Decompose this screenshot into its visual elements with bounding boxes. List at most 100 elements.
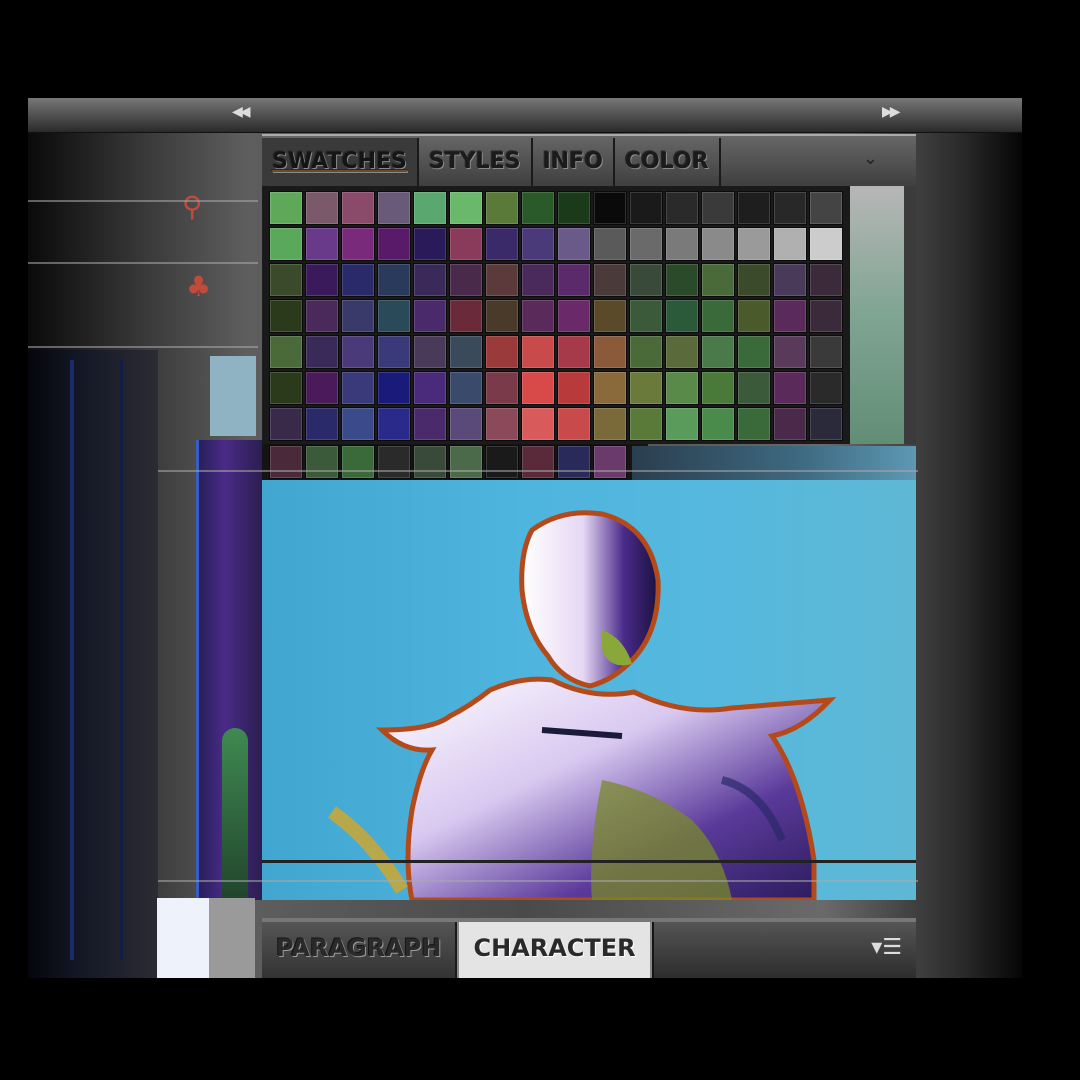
color-swatch[interactable] [305,335,339,369]
color-swatch[interactable] [809,299,843,333]
color-swatch[interactable] [341,263,375,297]
color-swatch[interactable] [629,299,663,333]
color-swatch[interactable] [413,335,447,369]
color-swatch[interactable] [305,407,339,441]
color-swatch[interactable] [737,263,771,297]
color-swatch[interactable] [557,407,591,441]
color-swatch[interactable] [593,335,627,369]
color-swatch[interactable] [413,299,447,333]
color-swatch[interactable] [773,263,807,297]
color-swatch[interactable] [737,227,771,261]
color-swatch[interactable] [521,407,555,441]
color-swatch[interactable] [737,191,771,225]
color-swatch[interactable] [521,263,555,297]
color-swatch[interactable] [593,263,627,297]
color-swatch[interactable] [449,407,483,441]
tab-paragraph[interactable]: PARAGRAPH [262,922,458,978]
color-swatch[interactable] [629,227,663,261]
color-swatch[interactable] [557,335,591,369]
color-swatch[interactable] [629,191,663,225]
color-swatch[interactable] [305,191,339,225]
color-swatch[interactable] [773,299,807,333]
color-swatch[interactable] [449,445,483,479]
color-swatch[interactable] [377,407,411,441]
color-swatch[interactable] [665,299,699,333]
color-swatch[interactable] [269,445,303,479]
color-swatch[interactable] [449,371,483,405]
color-swatch[interactable] [773,227,807,261]
color-swatch[interactable] [665,191,699,225]
color-swatch[interactable] [413,227,447,261]
color-swatch[interactable] [665,227,699,261]
color-swatch[interactable] [413,371,447,405]
color-swatch[interactable] [485,407,519,441]
color-swatch[interactable] [557,445,591,479]
color-swatch[interactable] [521,371,555,405]
color-swatch[interactable] [485,335,519,369]
color-swatch[interactable] [521,299,555,333]
color-swatch[interactable] [701,263,735,297]
color-swatch[interactable] [557,299,591,333]
color-swatch[interactable] [305,445,339,479]
color-swatch[interactable] [593,407,627,441]
color-swatch[interactable] [701,335,735,369]
color-swatch[interactable] [557,263,591,297]
color-swatch[interactable] [377,191,411,225]
color-swatch[interactable] [557,371,591,405]
vertical-slider-handle[interactable] [222,728,248,898]
color-swatch[interactable] [341,371,375,405]
color-swatch[interactable] [557,227,591,261]
color-swatch[interactable] [557,191,591,225]
color-swatch[interactable] [701,227,735,261]
tool-bucket-icon[interactable]: ♣ [186,270,211,303]
panel-title-bar[interactable] [28,98,1022,133]
color-swatch[interactable] [809,263,843,297]
color-swatch[interactable] [341,191,375,225]
color-swatch[interactable] [737,407,771,441]
color-swatch[interactable] [269,299,303,333]
color-swatch[interactable] [593,371,627,405]
color-swatch[interactable] [521,335,555,369]
color-swatch[interactable] [809,371,843,405]
color-swatch[interactable] [449,191,483,225]
color-swatch[interactable] [377,227,411,261]
tab-color[interactable]: COLOR [615,138,721,186]
color-swatch[interactable] [485,299,519,333]
panel-options-menu-icon[interactable]: ▾☰ [871,922,902,978]
color-swatch[interactable] [701,371,735,405]
color-swatch[interactable] [269,407,303,441]
swatches-scrollbar[interactable] [904,186,916,444]
color-swatch[interactable] [809,191,843,225]
color-swatch[interactable] [305,263,339,297]
color-swatch[interactable] [269,371,303,405]
color-swatch[interactable] [485,191,519,225]
color-swatch[interactable] [305,227,339,261]
color-swatch[interactable] [485,371,519,405]
color-swatch[interactable] [449,299,483,333]
color-swatch[interactable] [377,445,411,479]
color-swatch[interactable] [665,407,699,441]
color-swatch[interactable] [269,335,303,369]
color-swatch[interactable] [665,335,699,369]
color-swatch[interactable] [593,299,627,333]
color-swatch[interactable] [521,191,555,225]
color-swatch[interactable] [305,299,339,333]
color-swatch[interactable] [593,227,627,261]
color-swatch[interactable] [269,227,303,261]
color-swatch[interactable] [773,335,807,369]
color-swatch[interactable] [629,335,663,369]
color-swatch[interactable] [701,191,735,225]
panel-menu-icon[interactable]: ⌄ [863,148,878,169]
tab-character[interactable]: CHARACTER [457,922,652,978]
color-swatch[interactable] [773,407,807,441]
color-swatch[interactable] [305,371,339,405]
color-swatch[interactable] [629,371,663,405]
color-swatch[interactable] [341,445,375,479]
color-swatch[interactable] [593,191,627,225]
tab-swatches[interactable]: SWATCHES [262,138,419,186]
color-swatch[interactable] [377,371,411,405]
color-swatch[interactable] [737,299,771,333]
color-swatch[interactable] [773,371,807,405]
color-swatch[interactable] [449,335,483,369]
color-swatch[interactable] [341,407,375,441]
